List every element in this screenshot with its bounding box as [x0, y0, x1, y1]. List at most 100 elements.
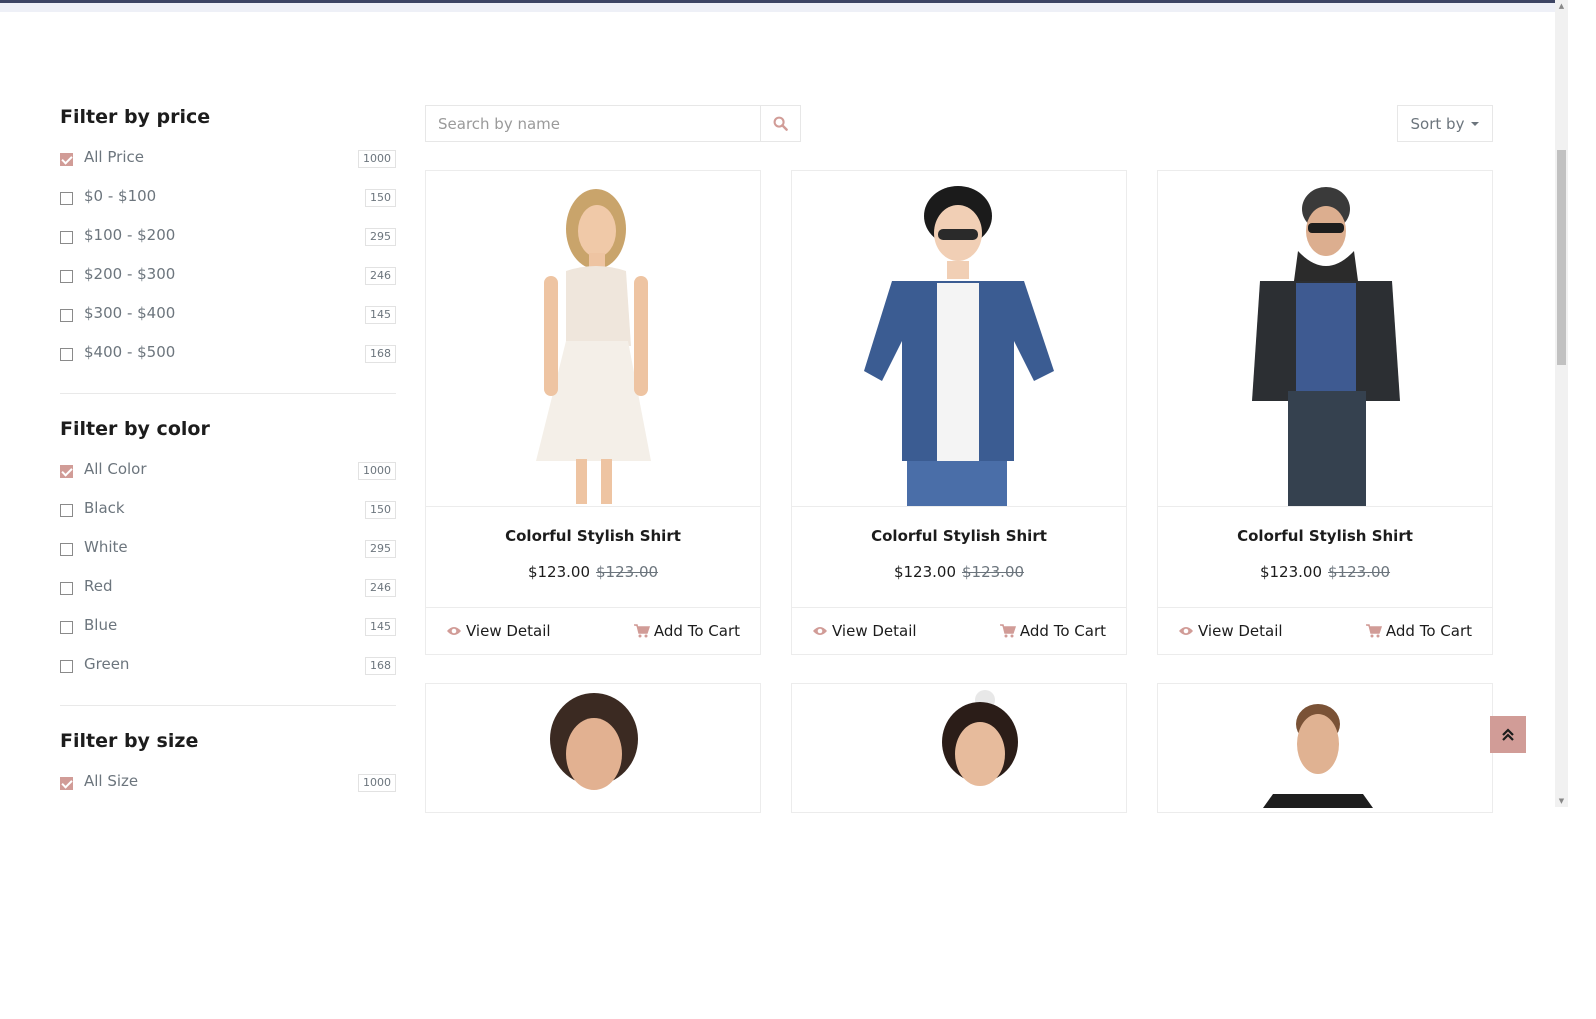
checkbox[interactable]: [60, 231, 73, 244]
search-bar: [425, 105, 801, 142]
product-price: $123.00: [893, 563, 956, 581]
view-detail-button[interactable]: View Detail: [446, 622, 551, 640]
checkbox[interactable]: [60, 543, 73, 556]
product-card-footer: View Detail Add To Cart: [792, 607, 1126, 656]
cart-icon: [999, 624, 1016, 638]
option-label: Green: [84, 655, 130, 673]
option-count-badge: 150: [365, 501, 396, 519]
checkbox[interactable]: [60, 582, 73, 595]
option-count-badge: 145: [365, 618, 396, 636]
filter-price-option[interactable]: $200 - $300 246: [60, 263, 396, 302]
filter-color-option[interactable]: Red 246: [60, 575, 396, 614]
option-label: Black: [84, 499, 125, 517]
filter-color-option[interactable]: Black 150: [60, 497, 396, 536]
eye-icon: [1179, 627, 1193, 635]
checkbox[interactable]: [60, 504, 73, 517]
product-name[interactable]: Colorful Stylish Shirt: [792, 527, 1126, 545]
checkbox[interactable]: [60, 309, 73, 322]
product-card-footer: View Detail Add To Cart: [1158, 607, 1492, 656]
product-card: [791, 683, 1127, 813]
product-image[interactable]: [792, 171, 1126, 507]
option-count-badge: 168: [365, 345, 396, 363]
filter-price-option[interactable]: $300 - $400 145: [60, 302, 396, 341]
product-price: $123.00: [1259, 563, 1322, 581]
boy-denim-jacket-image: [864, 186, 1054, 506]
option-label: All Size: [84, 772, 139, 790]
option-count-badge: 1000: [358, 150, 396, 168]
filter-color-list: All Color 1000 Black 150 White 295 Red 246 B…: [60, 458, 396, 692]
option-label: $0 - $100: [84, 187, 157, 205]
option-count-badge: 168: [365, 657, 396, 675]
option-count-badge: 1000: [358, 774, 396, 792]
view-detail-button[interactable]: View Detail: [812, 622, 917, 640]
filter-price-option[interactable]: $0 - $100 150: [60, 185, 396, 224]
option-label: $300 - $400: [84, 304, 176, 322]
filter-price-option[interactable]: $100 - $200 295: [60, 224, 396, 263]
double-chevron-up-icon: [1502, 727, 1514, 741]
filter-color-title: Filter by color: [60, 418, 210, 440]
filter-price-title: Filter by price: [60, 106, 211, 128]
view-detail-button[interactable]: View Detail: [1178, 622, 1283, 640]
view-detail-label: View Detail: [466, 622, 551, 640]
checkbox[interactable]: [60, 153, 73, 166]
checkbox[interactable]: [60, 465, 73, 478]
checkbox[interactable]: [60, 777, 73, 790]
product-prices: $123.00 $123.00: [1158, 563, 1492, 581]
add-to-cart-label: Add To Cart: [1019, 622, 1106, 640]
option-label: Red: [84, 577, 113, 595]
cart-icon: [633, 624, 650, 638]
option-count-badge: 295: [365, 228, 396, 246]
scrollbar-thumb[interactable]: [1557, 150, 1566, 365]
caret-down-icon: [1471, 121, 1480, 126]
filter-color-option[interactable]: Green 168: [60, 653, 396, 692]
filter-price-option[interactable]: $400 - $500 168: [60, 341, 396, 380]
back-to-top-button[interactable]: [1490, 716, 1526, 753]
man-tuxedo-image: [1263, 704, 1373, 808]
eye-icon: [813, 627, 827, 635]
product-card: [1157, 683, 1493, 813]
checkbox[interactable]: [60, 348, 73, 361]
option-count-badge: 295: [365, 540, 396, 558]
search-icon: [773, 116, 788, 131]
scroll-up-arrow-icon[interactable]: ▲: [1557, 0, 1566, 12]
option-label: $200 - $300: [84, 265, 176, 283]
filter-color-option[interactable]: Blue 145: [60, 614, 396, 653]
checkbox[interactable]: [60, 270, 73, 283]
woman-white-dress-image: [536, 189, 651, 504]
product-name[interactable]: Colorful Stylish Shirt: [426, 527, 760, 545]
filter-divider: [60, 705, 396, 706]
option-label: $100 - $200: [84, 226, 176, 244]
filter-size-option[interactable]: All Size 1000: [60, 770, 396, 809]
filter-size-title: Filter by size: [60, 730, 199, 752]
product-old-price: $123.00: [1328, 563, 1391, 581]
product-image[interactable]: [426, 684, 760, 1019]
checkbox[interactable]: [60, 621, 73, 634]
product-name[interactable]: Colorful Stylish Shirt: [1158, 527, 1492, 545]
product-card: Colorful Stylish Shirt $123.00 $123.00 Vi…: [1157, 170, 1493, 655]
option-label: White: [84, 538, 128, 556]
filter-color-option[interactable]: White 295: [60, 536, 396, 575]
product-image[interactable]: [1158, 171, 1492, 507]
search-input[interactable]: [426, 106, 761, 141]
page-scrollbar[interactable]: ▲ ▼: [1555, 0, 1568, 807]
scroll-down-arrow-icon[interactable]: ▼: [1557, 795, 1566, 807]
filter-divider: [60, 393, 396, 394]
add-to-cart-button[interactable]: Add To Cart: [1365, 622, 1472, 640]
checkbox[interactable]: [60, 192, 73, 205]
woman-portrait-image: [550, 693, 638, 790]
product-image[interactable]: [1158, 684, 1492, 1019]
add-to-cart-button[interactable]: Add To Cart: [999, 622, 1106, 640]
filter-color-option[interactable]: All Color 1000: [60, 458, 396, 497]
filter-price-option[interactable]: All Price 1000: [60, 146, 396, 185]
product-image[interactable]: [792, 684, 1126, 1019]
top-nav-shadow: [0, 3, 1555, 12]
option-label: All Price: [84, 148, 144, 166]
search-button[interactable]: [760, 106, 800, 141]
option-label: All Color: [84, 460, 147, 478]
product-image[interactable]: [426, 171, 760, 507]
option-label: Blue: [84, 616, 118, 634]
checkbox[interactable]: [60, 660, 73, 673]
sort-dropdown-button[interactable]: Sort by: [1397, 105, 1493, 142]
cart-icon: [1365, 624, 1382, 638]
add-to-cart-button[interactable]: Add To Cart: [633, 622, 740, 640]
